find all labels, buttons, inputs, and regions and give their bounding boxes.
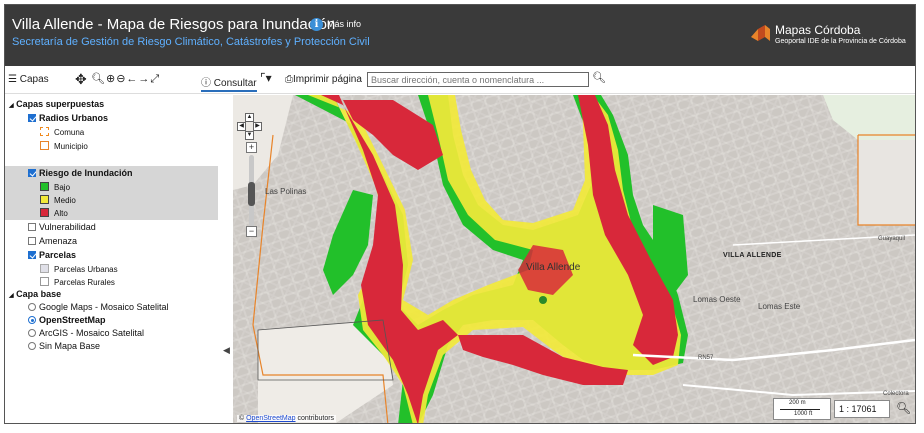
- map-label-colectora: Colectora: [883, 391, 909, 397]
- checkbox-parcelas[interactable]: [28, 251, 36, 259]
- map-label-guayaquil: Guayaquil: [878, 236, 906, 242]
- pan-right-icon[interactable]: ▶: [253, 122, 262, 131]
- toolbar: ☰ Capas ✥ 🔍︎⊕⊖←→⤢ ⓘ Consultar ⌜▾ ⎙Imprim…: [5, 66, 915, 94]
- collapse-triangle-icon: ◢: [9, 293, 14, 299]
- base-arcgis[interactable]: ArcGIS - Mosaico Satelital: [28, 328, 144, 338]
- consultar-button[interactable]: ⓘ Consultar: [201, 74, 257, 92]
- zoom-plus-button[interactable]: +: [246, 142, 257, 153]
- map-label-lomas-este: Lomas Este: [758, 302, 801, 311]
- layers-sidebar: ◢ Capas superpuestas Radios Urbanos Comu…: [5, 95, 230, 423]
- legend-bajo: Bajo: [40, 182, 70, 192]
- radio-google[interactable]: [28, 303, 36, 311]
- zoom-in-icon[interactable]: 🔍︎: [91, 73, 106, 85]
- mas-info-link[interactable]: Más info: [327, 19, 361, 29]
- zoom-minus-button[interactable]: −: [246, 226, 257, 237]
- scale-meters: 200 m: [789, 400, 806, 406]
- checkbox-radios[interactable]: [28, 114, 36, 122]
- capas-button[interactable]: ☰ Capas: [8, 74, 49, 85]
- info-circle-icon: ⓘ: [201, 78, 211, 89]
- parcelas-rurales-swatch: [40, 277, 49, 286]
- full-extent-icon[interactable]: ⤢: [150, 73, 160, 85]
- layer-parcelas[interactable]: Parcelas: [28, 250, 76, 260]
- legend-parcelas-urbanas: Parcelas Urbanas: [40, 264, 118, 274]
- parcelas-urbanas-swatch: [40, 264, 49, 273]
- scale-search-icon[interactable]: 🔍︎: [896, 401, 911, 415]
- collapse-sidebar-icon[interactable]: ◀: [223, 345, 230, 356]
- layer-radios-urbanos[interactable]: Radios Urbanos: [28, 113, 108, 123]
- page-title: Villa Allende - Mapa de Riesgos para Inu…: [12, 16, 336, 33]
- mapas-cordoba-logo-icon: [751, 25, 770, 41]
- scale-bar: 200 m 1000 ft: [773, 398, 831, 420]
- pan-icon[interactable]: ✥: [75, 71, 87, 88]
- pan-left-icon[interactable]: ◀: [237, 122, 246, 131]
- map-label-las-polinas: Las Polinas: [265, 187, 307, 196]
- search-icon[interactable]: 🔍︎: [592, 71, 606, 84]
- base-osm[interactable]: OpenStreetMap: [28, 315, 106, 325]
- overlay-header[interactable]: ◢ Capas superpuestas: [9, 99, 104, 109]
- layer-amenaza[interactable]: Amenaza: [28, 236, 77, 246]
- map-label-villa-allende-caps: VILLA ALLENDE: [723, 252, 782, 259]
- legend-parcelas-rurales: Parcelas Rurales: [40, 277, 115, 287]
- alto-swatch: [40, 208, 49, 217]
- map-canvas: [233, 95, 915, 423]
- page-subtitle: Secretaría de Gestión de Riesgo Climátic…: [12, 36, 370, 48]
- zoom-out-icon[interactable]: ⊖: [116, 73, 126, 85]
- imprimir-button[interactable]: ⎙Imprimir página: [285, 74, 362, 85]
- map-label-villa-allende: Villa Allende: [526, 262, 581, 273]
- open-land-ne: [858, 140, 915, 225]
- osm-link[interactable]: OpenStreetMap: [246, 415, 295, 422]
- legend-medio: Medio: [40, 195, 76, 205]
- pan-down-icon[interactable]: ▼: [245, 131, 254, 140]
- forward-arrow-icon[interactable]: →: [138, 73, 150, 85]
- search-input[interactable]: [367, 72, 589, 87]
- brand-name: Mapas Córdoba: [775, 23, 861, 37]
- legend-municipio: Municipio: [40, 141, 88, 151]
- collapse-triangle-icon: ◢: [9, 103, 14, 109]
- comuna-swatch: [40, 127, 49, 136]
- brand-subtitle: Geoportal IDE de la Provincia de Córdoba: [775, 38, 906, 45]
- print-icon: ⎙: [285, 74, 293, 85]
- menu-icon: ☰: [8, 74, 17, 85]
- radio-arcgis[interactable]: [28, 329, 36, 337]
- pan-up-icon[interactable]: ▲: [245, 113, 254, 122]
- map-view[interactable]: Villa Allende VILLA ALLENDE Las Polinas …: [233, 95, 915, 423]
- legend-alto: Alto: [40, 208, 68, 218]
- base-sin[interactable]: Sin Mapa Base: [28, 341, 100, 351]
- checkbox-riesgo[interactable]: [28, 169, 36, 177]
- scale-ratio-input[interactable]: 1 : 17061: [834, 400, 890, 418]
- base-google[interactable]: Google Maps - Mosaico Satelital: [28, 302, 169, 312]
- back-arrow-icon[interactable]: ←: [126, 73, 138, 85]
- radio-osm[interactable]: [28, 316, 36, 324]
- map-label-rn57: RN57: [698, 355, 714, 361]
- pan-controls: ▲ ◀ ▶ ▼: [237, 113, 263, 140]
- scale-line: [780, 409, 820, 410]
- select-tool-icon[interactable]: ⌜▾: [260, 71, 272, 85]
- zoom-slider: + −: [242, 140, 262, 240]
- legend-comuna: Comuna: [40, 127, 84, 137]
- radio-sin[interactable]: [28, 342, 36, 350]
- info-icon[interactable]: i: [310, 18, 323, 31]
- zoom-tools: 🔍︎⊕⊖←→⤢: [91, 72, 160, 86]
- layer-riesgo-inundacion[interactable]: Riesgo de Inundación: [28, 168, 133, 178]
- medio-swatch: [40, 195, 49, 204]
- municipio-swatch: [40, 141, 49, 150]
- scale-feet: 1000 ft: [794, 411, 813, 417]
- bajo-swatch: [40, 182, 49, 191]
- osm-attribution: © OpenStreetMap contributors: [237, 415, 337, 422]
- zoom-thumb[interactable]: [248, 182, 255, 206]
- layer-vulnerabilidad[interactable]: Vulnerabilidad: [28, 222, 96, 232]
- checkbox-vulnerabilidad[interactable]: [28, 223, 36, 231]
- base-header[interactable]: ◢ Capa base: [9, 289, 61, 299]
- zoom-extent-icon[interactable]: ⊕: [106, 73, 116, 85]
- checkbox-amenaza[interactable]: [28, 237, 36, 245]
- header-bar: Villa Allende - Mapa de Riesgos para Inu…: [5, 5, 915, 66]
- app-window: Villa Allende - Mapa de Riesgos para Inu…: [4, 4, 916, 424]
- map-label-lomas-oeste: Lomas Oeste: [693, 295, 741, 304]
- plaza-marker-icon: [539, 296, 547, 304]
